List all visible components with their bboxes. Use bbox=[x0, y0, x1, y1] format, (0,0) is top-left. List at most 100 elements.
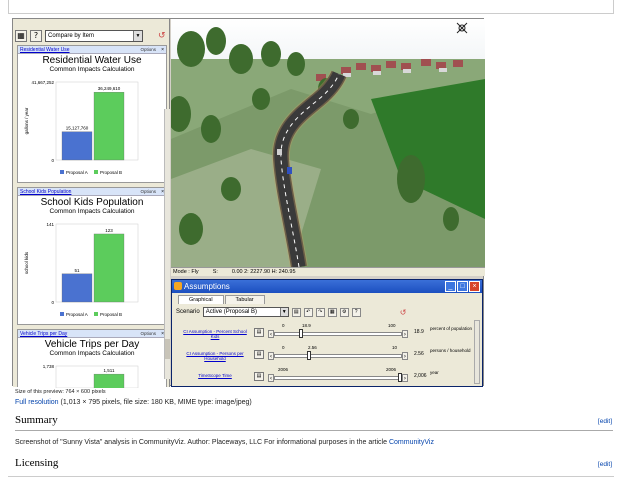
options-button[interactable]: Options bbox=[140, 330, 156, 338]
options-button[interactable]: Options bbox=[140, 188, 156, 196]
chart-icon[interactable]: ▤ bbox=[254, 372, 264, 381]
assumption-row: TimeScope Time ▤ 2006 2006 ‹ › 2,006 yea… bbox=[176, 366, 476, 386]
assumption-rows: CI Assumption - Percent School Kids ▤ 0 … bbox=[176, 322, 476, 388]
wiki-file-page: ▦ ? Compare by Item ▼ ↺ Residential Wate… bbox=[0, 0, 622, 481]
legend-entry: Proposal A bbox=[66, 312, 88, 317]
scenario-label: Scenario bbox=[176, 309, 200, 315]
slider-min: 2006 bbox=[278, 367, 289, 372]
data-label: 123 bbox=[105, 228, 113, 233]
chart-school-kids-population: School Kids Population Options × School … bbox=[17, 187, 167, 325]
y-zero-label: 0 bbox=[51, 158, 54, 163]
y-max-label: 41,667,252 bbox=[31, 80, 54, 85]
impacts-panel: ▦ ? Compare by Item ▼ ↺ Residential Wate… bbox=[13, 19, 170, 388]
description-text: Screenshot of "Sunny Vista" analysis in … bbox=[15, 439, 389, 446]
assumption-slider[interactable]: 0 18.9 100 ‹ › bbox=[268, 323, 408, 341]
slider-track[interactable] bbox=[274, 354, 402, 358]
assumption-label[interactable]: CI Assumption - Percent School Kids bbox=[180, 329, 250, 339]
chart-header: Residential Water Use Options × bbox=[18, 46, 166, 54]
legend-entry: Proposal A bbox=[66, 170, 88, 175]
chart-plot-1: 141 0 school kids 51 123 Proposal A Proposal B bbox=[24, 222, 139, 317]
legend-swatch bbox=[60, 312, 64, 316]
slider-knob[interactable] bbox=[307, 351, 312, 360]
minimize-icon[interactable]: _ bbox=[445, 281, 456, 292]
slider-knob[interactable] bbox=[299, 329, 304, 338]
chart-residential-water-use: Residential Water Use Options × Resident… bbox=[17, 45, 167, 183]
close-icon[interactable]: × bbox=[161, 46, 164, 54]
refresh-icon[interactable]: ↺ bbox=[158, 31, 166, 41]
status-s-label: S: bbox=[212, 269, 218, 275]
scrollbar-thumb[interactable] bbox=[165, 339, 170, 359]
tab-graphical[interactable]: Graphical bbox=[178, 295, 224, 304]
3d-scene-image bbox=[171, 19, 485, 267]
help-icon[interactable]: ? bbox=[30, 30, 42, 42]
heading-divider bbox=[8, 476, 614, 477]
refresh-icon[interactable]: ↺ bbox=[400, 308, 407, 317]
chart-header-link[interactable]: Residential Water Use bbox=[20, 47, 70, 53]
maximize-icon[interactable]: □ bbox=[457, 281, 468, 292]
panel-scrollbar[interactable] bbox=[164, 109, 170, 379]
dialog-scrollbar[interactable] bbox=[474, 320, 480, 384]
assumption-label[interactable]: TimeScope Time bbox=[180, 373, 250, 378]
tab-tabular[interactable]: Tabular bbox=[224, 295, 265, 304]
settings-icon[interactable]: ⚙ bbox=[339, 307, 349, 317]
table-icon[interactable]: ▤ bbox=[291, 307, 301, 317]
assumption-slider[interactable]: 2006 2006 ‹ › bbox=[268, 367, 408, 385]
chart-icon[interactable]: ▤ bbox=[254, 350, 264, 359]
app-icon bbox=[174, 282, 182, 290]
y-axis-label: gallons / year bbox=[24, 107, 29, 134]
legend-entry: Proposal B bbox=[100, 170, 122, 175]
chevron-down-icon: ▼ bbox=[133, 31, 142, 41]
chart-icon[interactable]: ▤ bbox=[254, 328, 264, 337]
dialog-titlebar[interactable]: Assumptions _ □ × bbox=[172, 280, 482, 293]
full-resolution-info: (1,013 × 795 pixels, file size: 180 KB, … bbox=[58, 399, 252, 406]
summary-edit-link[interactable]: [edit] bbox=[598, 418, 612, 425]
scenario-select[interactable]: Active (Proposal B) ▼ bbox=[202, 307, 289, 317]
chart-icon[interactable]: ▦ bbox=[327, 307, 337, 317]
chart-header-link[interactable]: Vehicle Trips per Day bbox=[20, 331, 67, 337]
close-icon[interactable]: × bbox=[469, 281, 480, 292]
assumption-slider[interactable]: 0 2.56 10 ‹ › bbox=[268, 345, 408, 363]
chart-plot-2: 1,738 1,511 bbox=[43, 364, 139, 388]
legend-swatch bbox=[94, 312, 98, 316]
assumption-value: 18.9 bbox=[414, 329, 424, 335]
full-resolution-link[interactable]: Full resolution bbox=[15, 399, 59, 406]
window-buttons: _ □ × bbox=[445, 281, 480, 292]
slider-right-arrow-icon[interactable]: › bbox=[402, 374, 408, 382]
undo-icon[interactable]: ↶ bbox=[303, 307, 313, 317]
chart-header-link[interactable]: School Kids Population bbox=[20, 189, 71, 195]
help-icon[interactable]: ? bbox=[351, 307, 361, 317]
redo-icon[interactable]: ↷ bbox=[315, 307, 325, 317]
compare-select-value: Compare by Item bbox=[48, 33, 95, 39]
y-axis-label: school kids bbox=[24, 251, 29, 274]
licensing-edit-link[interactable]: [edit] bbox=[598, 461, 612, 468]
assumption-unit: percent of population bbox=[430, 326, 473, 331]
communityviz-screenshot[interactable]: ▦ ? Compare by Item ▼ ↺ Residential Wate… bbox=[12, 18, 485, 388]
compare-select[interactable]: Compare by Item ▼ bbox=[45, 30, 143, 42]
bar bbox=[93, 233, 125, 303]
scenario-row: Scenario Active (Proposal B) ▼ ▤ ↶ ↷ ▦ ⚙… bbox=[176, 306, 482, 318]
slider-right-arrow-icon[interactable]: › bbox=[402, 330, 408, 338]
chart-icon[interactable]: ▦ bbox=[15, 30, 27, 42]
options-button[interactable]: Options bbox=[140, 46, 156, 54]
chart-title: Residential Water Use bbox=[42, 55, 142, 66]
top-frame bbox=[8, 0, 614, 14]
bar bbox=[93, 91, 125, 161]
slider-track[interactable] bbox=[274, 332, 402, 336]
data-label: 15,127,760 bbox=[66, 126, 89, 131]
chart-title: Vehicle Trips per Day bbox=[44, 339, 140, 350]
assumption-label[interactable]: CI Assumption - Persons per Household bbox=[180, 351, 250, 361]
assumption-row: CI Assumption - Percent School Kids ▤ 0 … bbox=[176, 322, 476, 342]
chart-header: Vehicle Trips per Day Options × bbox=[18, 330, 166, 338]
chart-subtitle: Common Impacts Calculation bbox=[49, 66, 135, 73]
communityviz-link[interactable]: CommunityViz bbox=[389, 439, 434, 446]
summary-heading: Summary bbox=[15, 414, 58, 426]
slider-track[interactable] bbox=[274, 376, 402, 380]
data-label: 1,511 bbox=[104, 368, 115, 373]
slider-right-arrow-icon[interactable]: › bbox=[402, 352, 408, 360]
3d-scene-view[interactable] bbox=[171, 19, 485, 267]
status-coords: 0.00 2: 2227.90 H: 240.95 bbox=[231, 269, 296, 275]
assumption-unit: persons / household bbox=[430, 348, 471, 353]
y-max-label: 1,738 bbox=[43, 364, 55, 369]
slider-max: 100 bbox=[388, 323, 396, 328]
chart-header: School Kids Population Options × bbox=[18, 188, 166, 196]
